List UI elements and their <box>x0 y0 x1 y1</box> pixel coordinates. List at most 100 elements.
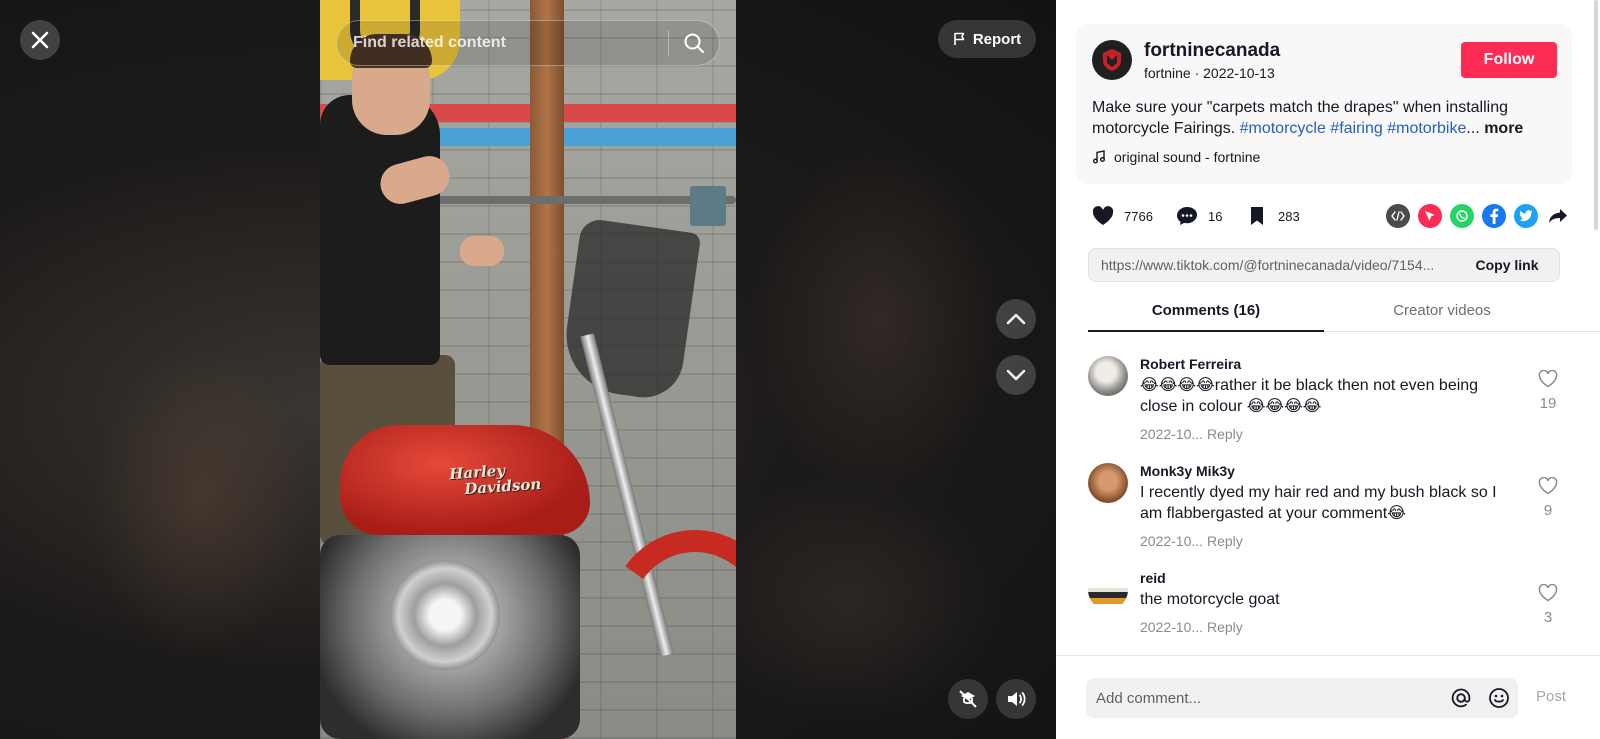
twitter-icon[interactable] <box>1514 204 1538 228</box>
save-count: 283 <box>1278 208 1300 224</box>
bookmark-icon <box>1244 203 1270 229</box>
reply-button[interactable]: Reply <box>1207 426 1243 442</box>
video-person-shirt <box>320 95 440 365</box>
comment-like-count: 3 <box>1543 609 1553 626</box>
commenter-name[interactable]: Robert Ferreira <box>1140 356 1241 372</box>
reply-button[interactable]: Reply <box>1207 533 1243 549</box>
reply-button[interactable]: Reply <box>1207 619 1243 635</box>
search-input[interactable] <box>337 21 668 65</box>
previous-video-button[interactable] <box>996 299 1036 339</box>
sound-link[interactable]: original sound - fortnine <box>1092 149 1260 165</box>
comment-item: Monk3y Mik3y I recently dyed my hair red… <box>1088 463 1568 553</box>
comment-item: Robert Ferreira 😂😂😂😂rather it be black t… <box>1088 356 1568 446</box>
comment-text: 😂😂😂😂rather it be black then not even bei… <box>1140 377 1479 415</box>
heart-icon <box>1090 203 1116 229</box>
hashtag-link[interactable]: #motorcycle <box>1240 120 1326 137</box>
details-panel: fortninecanada fortnine · 2022-10-13 Fol… <box>1056 0 1600 739</box>
report-button[interactable]: Report <box>938 20 1036 58</box>
description-ellipsis: ... <box>1466 120 1480 137</box>
post-description: Make sure your "carpets match the drapes… <box>1092 97 1562 139</box>
comment-composer: Post <box>1056 655 1600 739</box>
report-label: Report <box>972 30 1022 48</box>
author-avatar[interactable] <box>1092 40 1132 80</box>
sound-label: original sound - fortnine <box>1114 149 1261 165</box>
author-logo-icon <box>1103 49 1121 71</box>
copy-link-button[interactable]: Copy link <box>1455 257 1559 273</box>
heart-outline-icon <box>1538 476 1558 495</box>
mention-button[interactable] <box>1442 678 1480 718</box>
commenter-name[interactable]: Monk3y Mik3y <box>1140 463 1235 479</box>
post-info-card: fortninecanada fortnine · 2022-10-13 Fol… <box>1076 24 1572 184</box>
volume-button[interactable] <box>996 679 1036 719</box>
panel-scrollbar[interactable] <box>1594 0 1598 230</box>
more-button[interactable]: more <box>1484 120 1523 137</box>
comment-like-button[interactable]: 3 <box>1536 583 1560 626</box>
close-button[interactable] <box>20 20 60 60</box>
video-link-box: https://www.tiktok.com/@fortninecanada/v… <box>1088 248 1560 282</box>
flag-icon <box>954 32 965 45</box>
emoji-button[interactable] <box>1480 678 1518 718</box>
comment-like-count: 19 <box>1539 395 1557 412</box>
share-arrow-icon[interactable] <box>1546 204 1570 228</box>
commenter-avatar[interactable] <box>1088 463 1128 503</box>
commenter-name[interactable]: reid <box>1140 570 1166 586</box>
at-sign-icon <box>1451 688 1471 708</box>
action-bar: 7766 16 283 <box>1090 203 1567 231</box>
save-button[interactable]: 283 <box>1244 203 1300 229</box>
hashtag-link[interactable]: #motorbike <box>1387 120 1466 137</box>
hashtag-link[interactable]: #fairing <box>1330 120 1382 137</box>
commenter-avatar[interactable] <box>1088 356 1128 396</box>
comment-like-button[interactable]: 9 <box>1536 476 1560 519</box>
add-comment-input[interactable] <box>1086 678 1442 718</box>
comment-meta: 2022-10... Reply <box>1140 619 1243 635</box>
like-count: 7766 <box>1124 208 1153 224</box>
post-comment-button[interactable]: Post <box>1536 688 1566 705</box>
comment-meta: 2022-10... Reply <box>1140 426 1243 442</box>
comment-date: 2022-10... <box>1140 619 1204 635</box>
panel-tabs: Comments (16) Creator videos <box>1088 296 1600 332</box>
heart-outline-icon <box>1538 583 1558 602</box>
close-icon <box>31 31 49 49</box>
embed-icon[interactable] <box>1386 204 1410 228</box>
add-comment-box <box>1086 678 1518 718</box>
comment-count: 16 <box>1208 208 1223 224</box>
commenter-avatar[interactable] <box>1088 570 1128 610</box>
comment-meta: 2022-10... Reply <box>1140 533 1243 549</box>
tab-creator-videos[interactable]: Creator videos <box>1324 296 1560 332</box>
comment-icon <box>1174 203 1200 229</box>
heart-outline-icon <box>1538 369 1558 388</box>
floating-player-button[interactable] <box>948 679 988 719</box>
float-player-icon <box>959 690 977 708</box>
author-name[interactable]: fortninecanada <box>1144 40 1280 62</box>
send-icon[interactable] <box>1418 204 1442 228</box>
emoji-icon <box>1489 688 1509 708</box>
video-engine-cover <box>390 560 500 670</box>
author-meta: fortnine · 2022-10-13 <box>1144 65 1275 81</box>
comment-date: 2022-10... <box>1140 426 1204 442</box>
comment-item: reid the motorcycle goat 2022-10... Repl… <box>1088 570 1568 640</box>
like-button[interactable]: 7766 <box>1090 203 1153 229</box>
follow-button[interactable]: Follow <box>1461 42 1557 78</box>
search-bar <box>336 20 720 66</box>
search-icon <box>684 33 704 53</box>
video-frame[interactable]: Harley Davidson <box>320 0 736 739</box>
search-button[interactable] <box>669 21 719 65</box>
tab-comments[interactable]: Comments (16) <box>1088 296 1324 332</box>
video-player-area: Harley Davidson Report <box>0 0 1056 739</box>
comment-text: the motorcycle goat <box>1140 591 1280 608</box>
comment-like-count: 9 <box>1543 502 1553 519</box>
music-note-icon <box>1093 150 1105 164</box>
comment-date: 2022-10... <box>1140 533 1204 549</box>
comment-like-button[interactable]: 19 <box>1536 369 1560 412</box>
video-link-url[interactable]: https://www.tiktok.com/@fortninecanada/v… <box>1089 257 1455 273</box>
video-tank-logo: Harley Davidson <box>449 458 571 506</box>
chevron-down-icon <box>1006 369 1026 381</box>
next-video-button[interactable] <box>996 355 1036 395</box>
facebook-icon[interactable] <box>1482 204 1506 228</box>
comment-text: I recently dyed my hair red and my bush … <box>1140 484 1497 522</box>
video-electrical-box <box>690 186 726 226</box>
comment-button[interactable]: 16 <box>1174 203 1222 229</box>
whatsapp-icon[interactable] <box>1450 204 1474 228</box>
video-person-hand <box>460 236 504 266</box>
volume-icon <box>1008 692 1026 706</box>
